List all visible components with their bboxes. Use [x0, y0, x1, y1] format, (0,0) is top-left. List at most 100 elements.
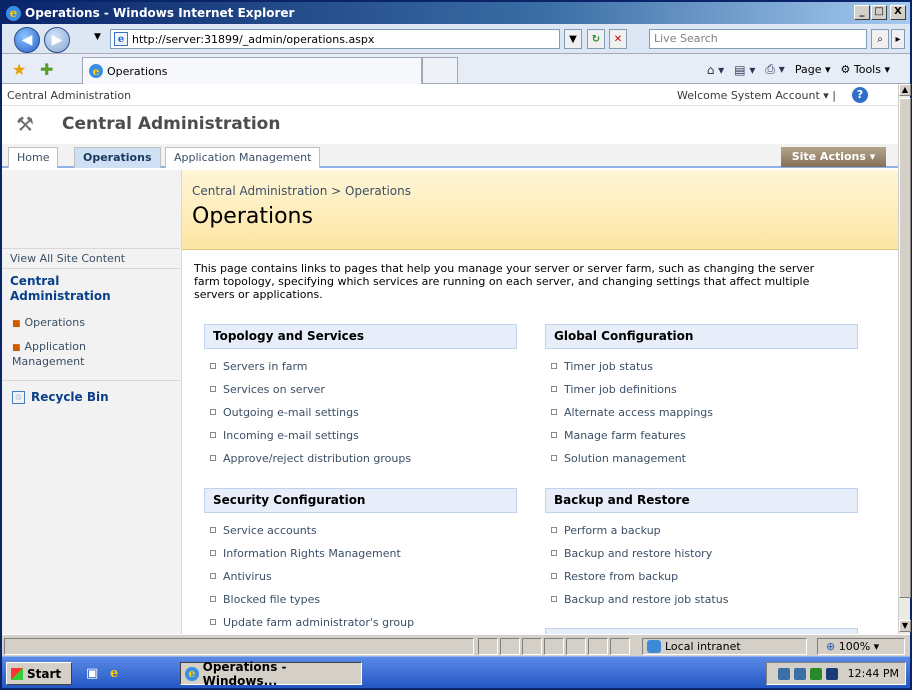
taskbar-item-ie[interactable]: e Operations - Windows...: [180, 660, 362, 688]
link-farm-admin-group[interactable]: Update farm administrator's group: [210, 616, 414, 629]
search-options-icon[interactable]: ▸: [891, 29, 905, 49]
status-cell: [544, 638, 564, 655]
global-breadcrumb[interactable]: Central Administration: [7, 89, 131, 102]
link-backup-job-status[interactable]: Backup and restore job status: [551, 593, 728, 606]
status-cell: [500, 638, 520, 655]
volume-icon[interactable]: [809, 667, 822, 680]
tab-operations[interactable]: Operations: [74, 147, 161, 168]
link-antivirus[interactable]: Antivirus: [210, 570, 272, 583]
browser-tab[interactable]: e Operations: [82, 57, 422, 84]
link-irm[interactable]: Information Rights Management: [210, 547, 401, 560]
link-distribution-groups[interactable]: Approve/reject distribution groups: [210, 452, 411, 465]
left-nav-item-application-management[interactable]: ■ Application Management: [12, 340, 122, 369]
add-favorite-icon[interactable]: ✚: [40, 60, 53, 79]
link-manage-farm-features[interactable]: Manage farm features: [551, 429, 686, 442]
link-perform-backup[interactable]: Perform a backup: [551, 524, 661, 537]
command-bar: ⌂ ▾ ▤ ▾ ⎙ ▾ Page ▾ ⚙ Tools ▾: [707, 62, 890, 77]
group-header-global-configuration: Global Configuration: [545, 324, 858, 349]
address-bar[interactable]: e http://server:31899/_admin/operations.…: [110, 29, 560, 49]
stop-icon[interactable]: ✕: [609, 29, 627, 49]
scroll-up-icon[interactable]: ▲: [899, 84, 911, 96]
feeds-icon[interactable]: ▤ ▾: [734, 63, 755, 77]
group-header-security: Security Configuration: [204, 488, 517, 513]
forward-button[interactable]: ▶: [44, 27, 70, 53]
page-title: Operations: [192, 204, 313, 229]
windows-flag-icon: [11, 667, 23, 680]
tab-title: Operations: [107, 64, 168, 78]
quicklaunch-ie-icon[interactable]: e: [110, 666, 118, 681]
site-title[interactable]: Central Administration: [62, 114, 280, 134]
maximize-button[interactable]: □: [871, 5, 887, 20]
view-all-site-content-link[interactable]: View All Site Content: [10, 252, 125, 265]
page-description: This page contains links to pages that h…: [194, 262, 815, 301]
help-icon[interactable]: ?: [852, 87, 868, 103]
link-alternate-access[interactable]: Alternate access mappings: [551, 406, 713, 419]
favorites-star-icon[interactable]: ★: [12, 60, 26, 79]
left-navigation: View All Site Content Central Administra…: [2, 170, 182, 634]
system-tray: 12:44 PM: [766, 662, 906, 685]
recycle-bin-icon: ♲: [12, 390, 25, 404]
search-icon[interactable]: ⌕: [871, 29, 889, 49]
refresh-icon[interactable]: ↻: [587, 29, 605, 49]
browser-window: e Operations - Windows Internet Explorer…: [0, 0, 912, 690]
window-title: Operations - Windows Internet Explorer: [25, 6, 295, 20]
link-solution-management[interactable]: Solution management: [551, 452, 686, 465]
intranet-icon: [647, 640, 661, 653]
start-button[interactable]: Start: [6, 662, 72, 685]
site-actions-button[interactable]: Site Actions ▾: [781, 147, 886, 167]
nav-divider: [2, 248, 180, 249]
display-icon[interactable]: [825, 667, 838, 680]
nav-divider: [2, 380, 180, 381]
left-nav-heading[interactable]: Central Administration: [10, 274, 130, 304]
new-tab-button[interactable]: [422, 57, 458, 84]
site-header: ⚒ Central Administration: [2, 106, 898, 144]
welcome-menu[interactable]: Welcome System Account ▾ |: [677, 89, 836, 102]
link-timer-job-status[interactable]: Timer job status: [551, 360, 653, 373]
search-input[interactable]: Live Search: [649, 29, 867, 49]
link-services-on-server[interactable]: Services on server: [210, 383, 325, 396]
link-timer-job-definitions[interactable]: Timer job definitions: [551, 383, 677, 396]
network-icon[interactable]: [793, 667, 806, 680]
quicklaunch-explorer-icon[interactable]: ▣: [86, 666, 98, 681]
status-text-cell: [4, 638, 474, 655]
link-backup-history[interactable]: Backup and restore history: [551, 547, 712, 560]
status-cell: [566, 638, 586, 655]
tab-application-management[interactable]: Application Management: [165, 147, 321, 168]
home-icon[interactable]: ⌂ ▾: [707, 63, 724, 77]
tab-home[interactable]: Home: [8, 147, 59, 168]
link-servers-in-farm[interactable]: Servers in farm: [210, 360, 307, 373]
back-button[interactable]: ◀: [14, 27, 40, 53]
close-button[interactable]: X: [890, 5, 906, 20]
link-outgoing-email[interactable]: Outgoing e-mail settings: [210, 406, 359, 419]
link-blocked-file-types[interactable]: Blocked file types: [210, 593, 320, 606]
scroll-thumb[interactable]: [899, 98, 911, 598]
zoom-level[interactable]: ⊕ 100% ▾: [817, 638, 905, 655]
scroll-down-icon[interactable]: ▼: [899, 620, 911, 632]
taskbar-ie-icon: e: [185, 666, 199, 681]
link-service-accounts[interactable]: Service accounts: [210, 524, 317, 537]
history-dropdown-icon[interactable]: ▼: [94, 32, 101, 42]
tools-menu[interactable]: ⚙ Tools ▾: [841, 63, 891, 76]
global-breadcrumb-bar: Central Administration Welcome System Ac…: [2, 84, 898, 106]
minimize-button[interactable]: _: [854, 5, 870, 20]
status-cell: [522, 638, 542, 655]
ie-icon: e: [6, 5, 21, 21]
page-header: Central Administration > Operations Oper…: [182, 170, 898, 250]
address-dropdown-icon[interactable]: ▼: [564, 29, 582, 49]
security-zone[interactable]: Local intranet: [642, 638, 807, 655]
link-restore-from-backup[interactable]: Restore from backup: [551, 570, 678, 583]
print-icon[interactable]: ⎙ ▾: [765, 62, 784, 77]
page-menu[interactable]: Page ▾: [795, 63, 831, 76]
page-icon: e: [114, 32, 128, 46]
status-cell: [610, 638, 630, 655]
tools-logo-icon: ⚒: [16, 112, 34, 136]
title-bar: e Operations - Windows Internet Explorer…: [2, 2, 910, 24]
recycle-bin-link[interactable]: ♲ Recycle Bin: [12, 390, 109, 404]
breadcrumb[interactable]: Central Administration > Operations: [192, 184, 411, 198]
status-cell: [588, 638, 608, 655]
network-icon[interactable]: [777, 667, 790, 680]
vertical-scrollbar[interactable]: ▲ ▼: [898, 84, 911, 634]
left-nav-item-operations[interactable]: ■ Operations: [12, 316, 85, 331]
link-incoming-email[interactable]: Incoming e-mail settings: [210, 429, 359, 442]
clock[interactable]: 12:44 PM: [848, 667, 899, 680]
